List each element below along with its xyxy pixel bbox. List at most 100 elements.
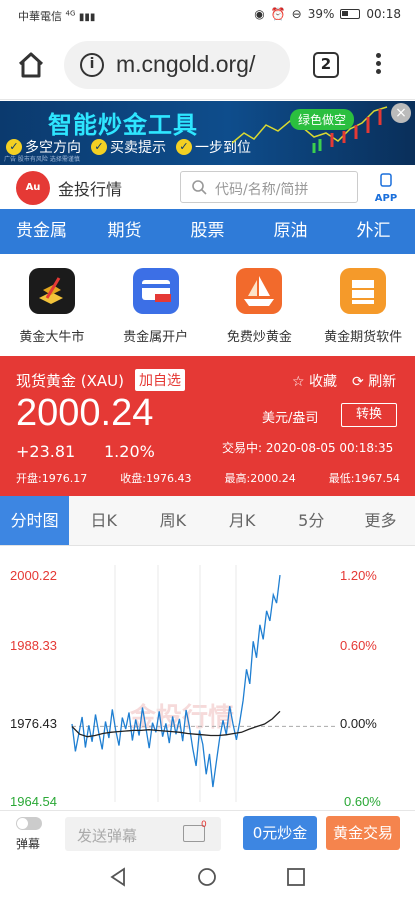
carrier-name: 中華電信 <box>18 10 62 23</box>
search-input[interactable]: 代码/名称/简拼 <box>180 171 358 203</box>
star-icon: ☆ <box>292 374 305 390</box>
current-price: 2000.24 <box>16 392 154 434</box>
favorite-button[interactable]: ☆ 收藏 <box>292 371 337 391</box>
price-change: +23.81 <box>16 442 76 461</box>
recents-icon[interactable] <box>286 867 306 887</box>
tab-monthly-k[interactable]: 月K <box>208 496 277 545</box>
nav-item-futures[interactable]: 期货 <box>83 209 166 254</box>
danmu-label: 弹幕 <box>16 837 41 851</box>
eye-icon: ◉ <box>254 7 265 21</box>
alarm-icon: ⏰ <box>270 7 286 21</box>
check-icon: ✓ <box>6 139 22 155</box>
y-label-right-upper: 0.60% <box>340 638 377 653</box>
search-placeholder: 代码/名称/简拼 <box>215 182 309 198</box>
ad-disclaimer: 广告 股市有风险 选择需谨慎 <box>4 156 80 163</box>
battery-icon <box>340 9 361 19</box>
price-change-percent: 1.20% <box>104 442 155 461</box>
chart-period-tabs: 分时图 日K 周K 月K 5分 更多 <box>0 496 415 546</box>
y-label-left-upper: 1988.33 <box>10 638 57 653</box>
battery-percent: 39% <box>307 7 335 21</box>
quote-panel: 现货黄金 (XAU) 加自选 ☆ 收藏 ⟳ 刷新 2000.24 美元/盎司 转… <box>0 356 415 496</box>
zero-yuan-gold-button[interactable]: 0元炒金 <box>243 816 317 850</box>
open-price: 开盘:1976.17 <box>16 472 88 485</box>
nav-item-crude-oil[interactable]: 原油 <box>249 209 332 254</box>
category-nav: 贵金属 期货 股票 原油 外汇 <box>0 209 415 254</box>
refresh-label: 刷新 <box>368 374 397 390</box>
bottom-action-bar: 弹幕 发送弹幕 0 0元炒金 黄金交易 <box>0 810 415 854</box>
ad-feature-label: 买卖提示 <box>110 140 166 156</box>
tab-daily-k[interactable]: 日K <box>69 496 138 545</box>
tab-intraday[interactable]: 分时图 <box>0 496 70 545</box>
intraday-chart[interactable]: 金投行情 2000.22 1988.33 1976.43 1964.54 1.2… <box>0 547 415 810</box>
instrument-name: 现货黄金 (XAU) <box>16 372 124 390</box>
shortcut-label: 贵金属开户 <box>123 330 189 345</box>
danmu-placeholder: 发送弹幕 <box>77 827 138 845</box>
ad-tag: 绿色做空 <box>290 109 355 130</box>
home-button[interactable] <box>16 50 46 80</box>
price-series-line <box>71 575 281 788</box>
nav-item-precious-metals[interactable]: 贵金属 <box>0 209 83 254</box>
status-icons: ◉ ⏰ ⊖ 39% 00:18 <box>254 7 401 21</box>
shortcut-open-account[interactable]: 贵金属开户 <box>104 254 208 356</box>
refresh-button[interactable]: ⟳ 刷新 <box>352 371 396 391</box>
nav-item-stocks[interactable]: 股票 <box>166 209 249 254</box>
check-icon: ✓ <box>91 139 107 155</box>
shortcut-gold-futures-software[interactable]: 黄金期货软件 <box>311 254 415 356</box>
y-label-left-base: 1976.43 <box>10 716 57 731</box>
overflow-menu-button[interactable] <box>370 50 386 80</box>
site-header: Au 金投行情 代码/名称/简拼 APP <box>0 165 415 209</box>
browser-toolbar: i m.cngold.org/ 2 <box>0 30 415 100</box>
chart-canvas <box>71 565 338 802</box>
status-bar: 中華電信 4G ▮▮▮ ◉ ⏰ ⊖ 39% 00:18 <box>0 0 415 30</box>
favorite-label: 收藏 <box>309 374 338 390</box>
quote-stats: 开盘:1976.17 收盘:1976.43 最高:2000.24 最低:1967… <box>16 470 400 486</box>
signal-icon: ▮▮▮ <box>78 12 96 23</box>
home-icon <box>18 52 44 78</box>
back-icon[interactable] <box>108 867 128 887</box>
ad-close-button[interactable]: × <box>391 103 411 123</box>
y-label-left-bottom: 1964.54 <box>10 794 57 809</box>
network-type: 4G <box>65 9 76 18</box>
tab-switcher-button[interactable]: 2 <box>313 52 339 78</box>
tab-weekly-k[interactable]: 周K <box>138 496 207 545</box>
prev-close-price: 收盘:1976.43 <box>120 472 192 485</box>
add-watchlist-button[interactable]: 加自选 <box>135 369 185 391</box>
danmu-input[interactable]: 发送弹幕 0 <box>65 817 221 851</box>
shortcut-gold-bull-market[interactable]: 黄金大牛市 <box>0 254 104 356</box>
danmu-toggle[interactable] <box>16 817 42 830</box>
phone-icon <box>380 173 392 187</box>
price-unit: 美元/盎司 <box>262 411 319 426</box>
low-price: 最低:1967.54 <box>328 472 400 485</box>
shortcut-label: 黄金大牛市 <box>19 330 85 345</box>
trade-status-time: 交易中: 2020-08-05 00:18:35 <box>222 441 394 455</box>
gold-trade-button[interactable]: 黄金交易 <box>326 816 400 850</box>
high-price: 最高:2000.24 <box>224 472 296 485</box>
message-count: 0 <box>201 820 207 830</box>
app-download-button[interactable]: APP <box>372 173 400 204</box>
info-icon[interactable]: i <box>80 53 104 77</box>
gold-boat-icon <box>236 268 283 314</box>
refresh-icon: ⟳ <box>352 374 364 390</box>
tab-more[interactable]: 更多 <box>346 496 415 545</box>
tab-5min[interactable]: 5分 <box>277 496 346 545</box>
clock-time: 00:18 <box>366 7 401 21</box>
convert-button[interactable]: 转换 <box>341 403 397 427</box>
ad-title: 智能炒金工具 <box>48 111 198 139</box>
ad-banner[interactable]: 智能炒金工具 ✓ 多空方向 ✓ 买卖提示 ✓ 一步到位 绿色做空 × 广告 股市有风险… <box>0 101 415 165</box>
shortcut-label: 黄金期货软件 <box>324 330 403 345</box>
shortcut-label: 免费炒黄金 <box>226 330 292 345</box>
carrier-label: 中華電信 4G ▮▮▮ <box>18 8 95 24</box>
account-card-icon <box>132 268 179 314</box>
nav-item-forex[interactable]: 外汇 <box>332 209 415 254</box>
home-circle-icon[interactable] <box>197 867 217 887</box>
check-icon: ✓ <box>176 139 192 155</box>
site-brand[interactable]: 金投行情 <box>58 176 122 200</box>
address-bar[interactable]: i m.cngold.org/ <box>64 41 290 89</box>
dnd-icon: ⊖ <box>291 7 302 21</box>
gold-ingot-icon <box>340 268 387 314</box>
site-logo[interactable]: Au <box>16 171 50 205</box>
shortcut-grid: 黄金大牛市 贵金属开户 免费炒黄金 黄金期货软件 <box>0 254 415 356</box>
shortcut-free-gold-trading[interactable]: 免费炒黄金 <box>208 254 312 356</box>
y-label-right-base: 0.00% <box>340 716 377 731</box>
url-text: m.cngold.org/ <box>116 51 256 77</box>
